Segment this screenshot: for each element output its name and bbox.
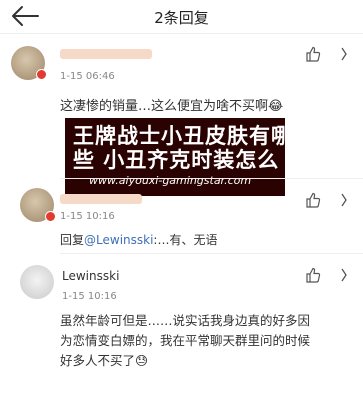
more-icon[interactable] <box>340 267 348 283</box>
banner-title: 王牌战士小丑皮肤有哪 些 小丑齐克时装怎么 <box>73 124 293 172</box>
top-bar: 2条回复 <box>0 0 363 34</box>
vip-badge-icon <box>45 211 56 222</box>
comment-text: 这凄惨的销量…这么便宜为啥不买啊😂 <box>60 97 283 117</box>
vip-badge-icon <box>36 69 47 80</box>
more-icon[interactable] <box>340 46 348 62</box>
comment-text-content: 这凄惨的销量…这么便宜为啥不买啊 <box>60 99 269 114</box>
thumbs-up-icon[interactable] <box>305 46 321 62</box>
blurred-username <box>60 194 142 204</box>
comment-text-line-2: 为恋情变白嫖的，我在平常聊天群里问的时候 <box>60 333 311 348</box>
reply-text: 回复@Lewinsski:…有、无语 <box>60 230 217 250</box>
comment-time: 1-15 10:16 <box>62 291 117 302</box>
comment-time: 1-15 10:16 <box>60 211 115 222</box>
page-title: 2条回复 <box>154 9 209 27</box>
thumbs-up-icon[interactable] <box>305 192 321 208</box>
divider <box>60 178 363 179</box>
banner-title-line-1: 王牌战士小丑皮肤有哪 <box>73 124 293 148</box>
comment-text-line-3-content: 好多人不买了 <box>60 353 136 368</box>
comment-3: Lewinsski 1-15 10:16 虽然年龄可但是……说实话我身边真的好多… <box>0 253 363 401</box>
blurred-username <box>60 49 152 59</box>
comment-time: 1-15 06:46 <box>60 71 115 82</box>
banner-title-line-2: 些 小丑齐克时装怎么 <box>73 148 280 172</box>
comment-text: 虽然年龄可但是……说实话我身边真的好多因 为恋情变白嫖的，我在平常聊天群里问的时… <box>60 311 310 371</box>
reply-prefix: 回复 <box>60 233 85 247</box>
thumbs-up-icon[interactable] <box>305 267 321 283</box>
emoji: 😂 <box>268 99 284 114</box>
username[interactable]: Lewinsski <box>62 269 119 283</box>
avatar[interactable] <box>20 265 54 299</box>
comment-text-line-3: 好多人不买了😓 <box>60 351 310 371</box>
comment-2: 1-15 10:16 回复@Lewinsski:…有、无语 <box>0 178 363 253</box>
reply-content: :…有、无语 <box>153 233 218 247</box>
mention-link[interactable]: @Lewinsski <box>84 233 153 247</box>
comment-text-line-1: 虽然年龄可但是……说实话我身边真的好多因 <box>60 313 311 328</box>
emoji: 😓 <box>135 353 149 368</box>
more-icon[interactable] <box>340 192 348 208</box>
divider <box>60 253 363 254</box>
